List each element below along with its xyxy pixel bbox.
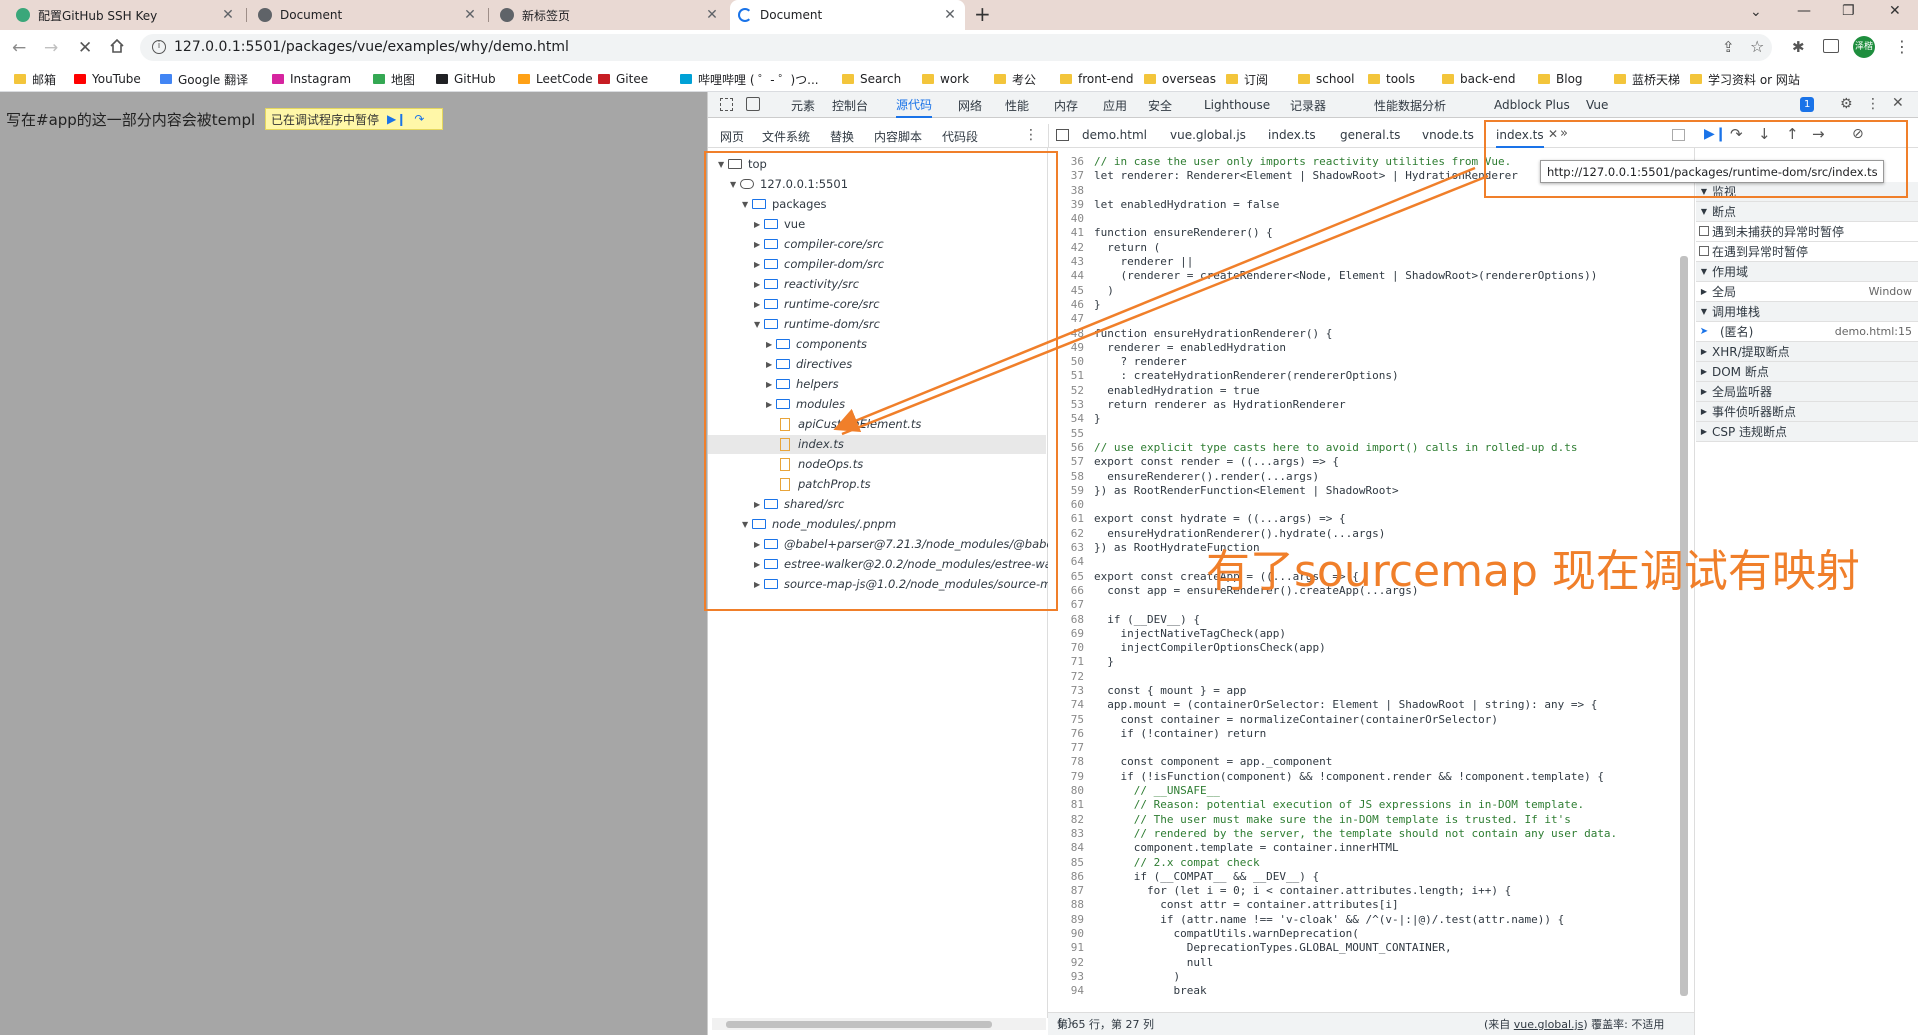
annotation-arrows	[833, 166, 1489, 436]
annotation-text: 有了sourcemap 现在调试有映射	[1206, 546, 1860, 597]
